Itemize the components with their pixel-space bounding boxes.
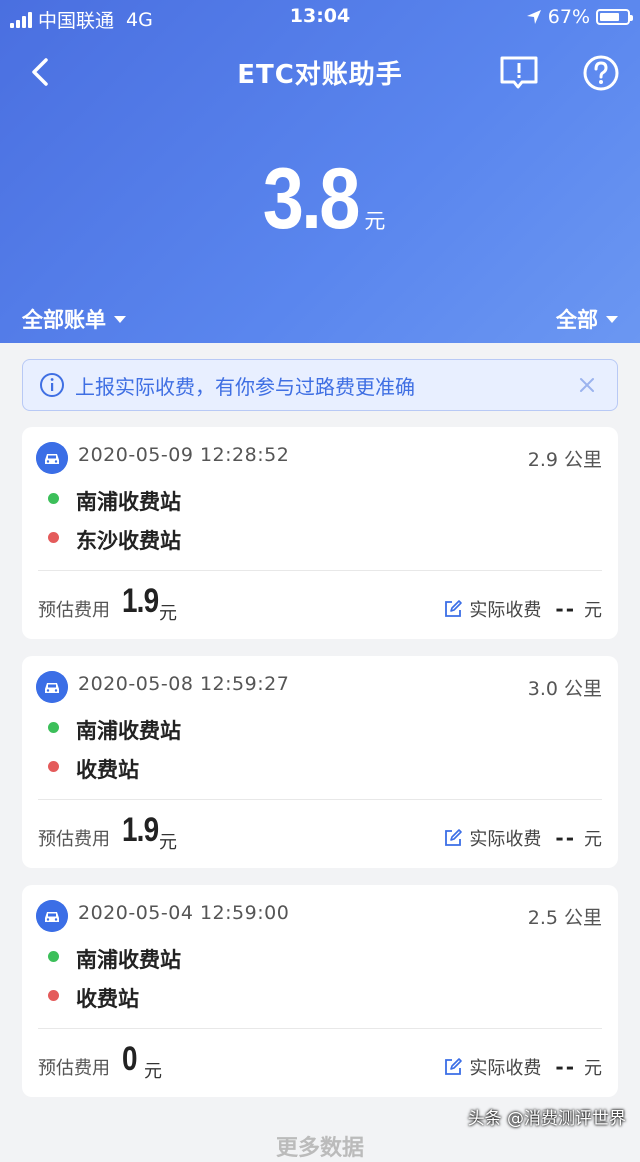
record-distance: 2.9 公里 [527, 449, 602, 471]
caret-down-icon [114, 315, 126, 323]
actual-fee-unit: 元 [584, 1058, 602, 1079]
entry-station: 南浦收费站 [76, 948, 181, 972]
close-icon[interactable] [575, 373, 599, 397]
entry-dot [48, 951, 59, 962]
estimated-fee-label: 预估费用 [38, 600, 110, 621]
car-icon [36, 442, 68, 474]
help-icon [583, 55, 619, 91]
total-amount-unit: 元 [364, 209, 386, 233]
entry-dot [48, 493, 59, 504]
actual-fee-label: 实际收费 [469, 1058, 542, 1079]
record-distance: 2.5 公里 [527, 907, 602, 929]
exit-dot [48, 532, 59, 543]
record-time: 2020-05-09 12:28:52 [78, 444, 290, 466]
exit-station: 东沙收费站 [76, 529, 181, 553]
estimated-fee-amount: 0 [122, 1040, 138, 1078]
car-icon [36, 900, 68, 932]
feedback-icon [500, 56, 538, 89]
actual-fee-label: 实际收费 [469, 600, 542, 621]
entry-station: 南浦收费站 [76, 719, 181, 743]
scope-filter-dropdown[interactable]: 全部 [556, 304, 618, 334]
record-time: 2020-05-08 12:59:27 [78, 673, 290, 695]
estimated-fee-unit: 元 [159, 832, 177, 853]
bill-filter-dropdown[interactable]: 全部账单 [22, 304, 126, 334]
load-more-text: 更多数据 [275, 1136, 364, 1161]
help-button[interactable] [580, 52, 622, 94]
nav-bar: ETC对账助手 [0, 44, 640, 100]
estimated-fee-amount: 1.9 [122, 582, 159, 620]
notice-text: 上报实际收费，有你参与过路费更准确 [75, 374, 415, 399]
divider [38, 799, 602, 800]
car-icon [36, 671, 68, 703]
toll-record-card[interactable]: 2020-05-08 12:59:27 3.0 公里 南浦收费站 收费站 预估费… [22, 656, 618, 868]
total-amount: 3.8 元 [0, 150, 640, 249]
entry-dot [48, 722, 59, 733]
report-actual-fee-button[interactable]: 实际收费 -- 元 [443, 1054, 602, 1080]
estimated-fee-unit: 元 [159, 603, 177, 624]
report-actual-fee-button[interactable]: 实际收费 -- 元 [443, 596, 602, 622]
actual-fee-label: 实际收费 [469, 829, 542, 850]
actual-fee-unit: 元 [584, 600, 602, 621]
total-amount-value: 3.8 [262, 151, 360, 247]
exit-station: 收费站 [76, 758, 139, 782]
header: 中国联通 4G 13:04 67% ETC对账助手 3.8 元 全部账单 全部 [0, 0, 640, 343]
toll-record-card[interactable]: 2020-05-04 12:59:00 2.5 公里 南浦收费站 收费站 预估费… [22, 885, 618, 1097]
actual-fee-value: -- [555, 1055, 576, 1079]
info-icon [40, 373, 64, 397]
divider [38, 570, 602, 571]
exit-dot [48, 761, 59, 772]
estimated-fee-label: 预估费用 [38, 1058, 110, 1079]
page-title: ETC对账助手 [237, 60, 403, 90]
report-actual-fee-button[interactable]: 实际收费 -- 元 [443, 825, 602, 851]
actual-fee-value: -- [555, 826, 576, 850]
edit-icon [445, 1058, 463, 1075]
bill-filter-label: 全部账单 [22, 308, 106, 332]
feedback-button[interactable] [498, 52, 540, 94]
estimated-fee-amount: 1.9 [122, 811, 159, 849]
watermark: 头条 @消费测评世界 [467, 1109, 626, 1129]
divider [38, 1028, 602, 1029]
notice-banner: 上报实际收费，有你参与过路费更准确 [22, 359, 618, 411]
exit-station: 收费站 [76, 987, 139, 1011]
scope-filter-label: 全部 [556, 308, 598, 332]
battery-percent: 67% [547, 6, 590, 28]
edit-icon [445, 829, 463, 846]
location-icon [526, 10, 541, 24]
battery-icon [596, 9, 633, 25]
estimated-fee-unit: 元 [144, 1061, 162, 1082]
caret-down-icon [606, 315, 618, 323]
entry-station: 南浦收费站 [76, 490, 181, 514]
estimated-fee-label: 预估费用 [38, 829, 110, 850]
record-time: 2020-05-04 12:59:00 [78, 902, 290, 924]
exit-dot [48, 990, 59, 1001]
record-distance: 3.0 公里 [527, 678, 602, 700]
status-bar: 中国联通 4G 13:04 67% [0, 0, 640, 34]
actual-fee-unit: 元 [584, 829, 602, 850]
toll-record-card[interactable]: 2020-05-09 12:28:52 2.9 公里 南浦收费站 东沙收费站 预… [22, 427, 618, 639]
actual-fee-value: -- [555, 597, 576, 621]
edit-icon [445, 600, 463, 617]
